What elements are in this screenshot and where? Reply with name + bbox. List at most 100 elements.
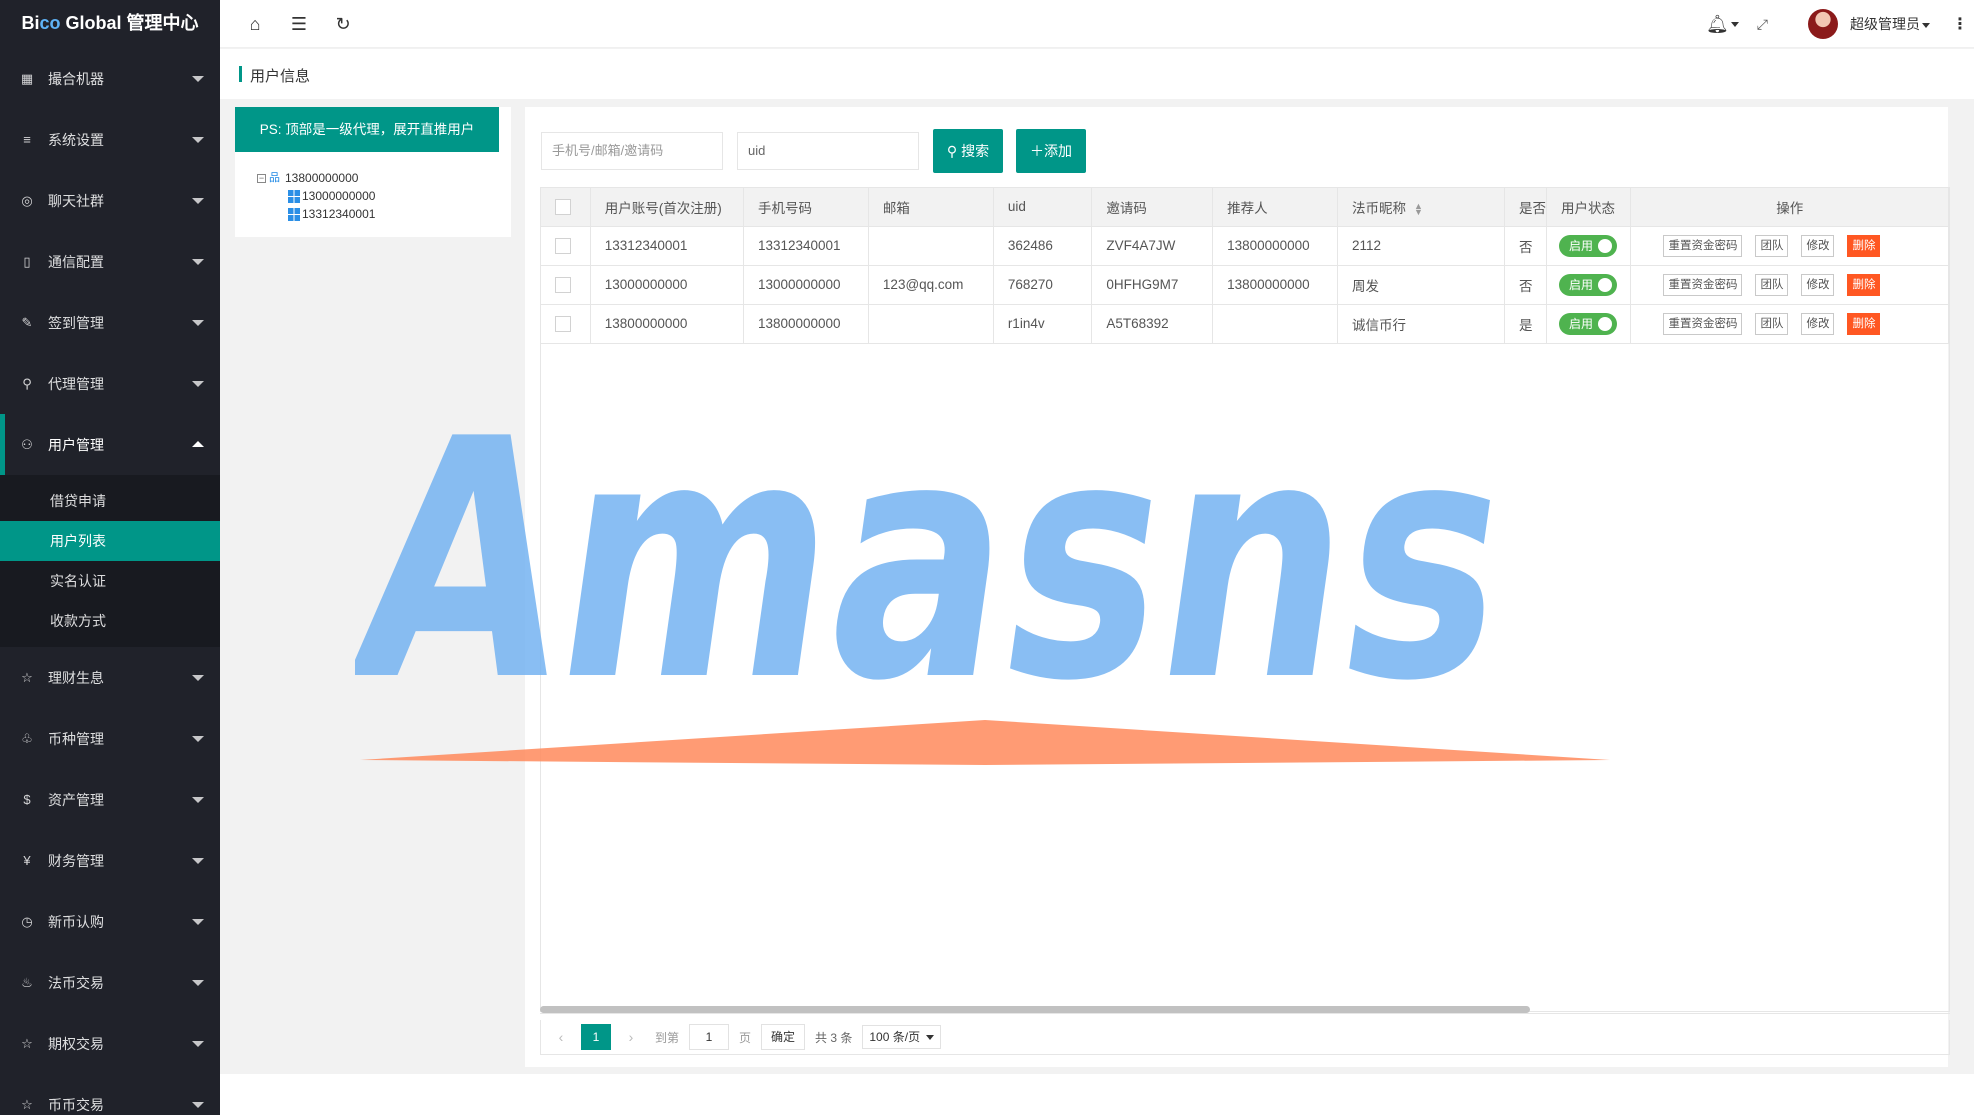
sidebar-item-wealth[interactable]: ☆ 理财生息	[0, 647, 220, 708]
chevron-down-icon	[192, 137, 204, 143]
row-checkbox[interactable]	[555, 276, 571, 293]
reset-fund-password-button[interactable]: 重置资金密码	[1663, 312, 1743, 335]
goto-confirm-button[interactable]: 确定	[761, 1024, 806, 1050]
sidebar-item-label: 代理管理	[48, 375, 104, 392]
edit-button[interactable]: 修改	[1801, 234, 1835, 257]
sidebar-item-system-settings[interactable]: ≡ 系统设置	[0, 109, 220, 170]
col-header-sortable[interactable]: 法币昵称 ▲ ▼	[1337, 188, 1505, 227]
cell-referrer: 13800000000	[1212, 226, 1339, 266]
agent-tree: − 品 13800000000 13000000000 13312340001	[257, 169, 375, 223]
ps-hint-button[interactable]: PS: 顶部是一级代理，展开直推用户	[235, 107, 499, 152]
team-button[interactable]: 团队	[1755, 273, 1789, 296]
sidebar-item-user-management[interactable]: ⚇ 用户管理	[0, 414, 220, 475]
app-logo[interactable]: Bico Global 管理中心	[0, 0, 220, 48]
collapse-icon[interactable]: −	[257, 173, 266, 183]
cell-phone: 13000000000	[743, 265, 869, 305]
sidebar-item-comm-config[interactable]: ▯ 通信配置	[0, 231, 220, 292]
cell-referrer: 13800000000	[1212, 265, 1339, 305]
cell-nickname: 周发	[1337, 265, 1505, 305]
notification-bell[interactable]: 🔔︎	[1706, 14, 1739, 35]
delete-button[interactable]: 删除	[1847, 312, 1881, 335]
prev-page-icon[interactable]: ‹	[551, 1029, 571, 1045]
tree-node-child[interactable]: 13312340001	[257, 205, 375, 223]
chevron-down-icon	[192, 381, 204, 387]
sidebar-item-new-coin[interactable]: ◷ 新币认购	[0, 891, 220, 952]
row-checkbox[interactable]	[555, 237, 571, 254]
current-page[interactable]: 1	[581, 1024, 611, 1050]
sidebar-item-currencies[interactable]: ♧ 币种管理	[0, 708, 220, 769]
more-vertical-icon[interactable]: ⋮	[1952, 14, 1968, 34]
menu-collapse-icon[interactable]: ☰	[288, 13, 310, 35]
cell-actions: 重置资金密码 团队 修改 删除	[1630, 265, 1949, 305]
sort-icon[interactable]: ▲ ▼	[1414, 202, 1423, 217]
toggle-knob	[1597, 238, 1612, 253]
cell-uid: r1in4v	[993, 304, 1093, 344]
status-toggle-label: 启用	[1568, 277, 1593, 292]
search-button[interactable]: ⚲ 搜索	[933, 129, 1003, 173]
goto-page-input[interactable]: 1	[689, 1024, 730, 1050]
status-toggle[interactable]: 启用	[1558, 273, 1617, 296]
team-button[interactable]: 团队	[1755, 234, 1789, 257]
chevron-down-icon	[192, 76, 204, 82]
chevron-down-icon	[192, 198, 204, 204]
cell-actions: 重置资金密码 团队 修改 删除	[1630, 226, 1949, 266]
avatar[interactable]	[1808, 9, 1838, 39]
uid-input[interactable]: uid	[737, 132, 919, 170]
reset-fund-password-button[interactable]: 重置资金密码	[1663, 273, 1743, 296]
chevron-down-icon	[192, 858, 204, 864]
tree-node-label: 13000000000	[302, 189, 376, 203]
cell-flag: 否	[1504, 226, 1547, 266]
sidebar-item-agents[interactable]: ⚲ 代理管理	[0, 353, 220, 414]
fullscreen-icon[interactable]: ⤢	[1757, 16, 1768, 33]
sidebar-item-assets[interactable]: $ 资产管理	[0, 769, 220, 830]
sidebar-item-options[interactable]: ☆ 期权交易	[0, 1013, 220, 1074]
horizontal-scrollbar-track	[540, 1013, 1950, 1014]
sidebar-subitem-payment-methods[interactable]: 收款方式	[0, 601, 220, 641]
cell-status: 启用	[1546, 226, 1632, 266]
add-button-label: 添加	[1044, 143, 1072, 159]
sidebar-item-spot-trading[interactable]: ☆ 币币交易	[0, 1074, 220, 1115]
horizontal-scrollbar[interactable]	[540, 1006, 1530, 1013]
sidebar-item-checkin[interactable]: ✎ 签到管理	[0, 292, 220, 353]
col-header: 手机号码	[743, 188, 869, 227]
row-checkbox[interactable]	[555, 315, 571, 332]
sidebar-subitem-user-list[interactable]: 用户列表	[0, 521, 220, 561]
search-icon: ⚲	[946, 143, 958, 159]
sidebar-item-finance[interactable]: ¥ 财务管理	[0, 830, 220, 891]
sidebar-item-fiat-trading[interactable]: ♨ 法币交易	[0, 952, 220, 1013]
sidebar-item-chat-groups[interactable]: ◎ 聊天社群	[0, 170, 220, 231]
col-header: uid	[993, 188, 1093, 227]
sidebar-item-label: 签到管理	[48, 314, 104, 331]
tree-node-child[interactable]: 13000000000	[257, 187, 375, 205]
status-toggle[interactable]: 启用	[1558, 234, 1617, 257]
keyword-search-input[interactable]: 手机号/邮箱/邀请码	[541, 132, 723, 170]
row-select-cell	[541, 226, 591, 266]
home-icon[interactable]: ⌂	[244, 13, 266, 35]
edit-button[interactable]: 修改	[1801, 312, 1835, 335]
user-menu[interactable]: 超级管理员	[1850, 14, 1930, 34]
team-button[interactable]: 团队	[1755, 312, 1789, 335]
delete-button[interactable]: 删除	[1847, 234, 1881, 257]
building-icon	[288, 207, 300, 221]
pagination: ‹ 1 › 到第 1 页 确定 共 3 条 100 条/页	[540, 1020, 1950, 1055]
select-all-checkbox[interactable]	[555, 198, 571, 215]
sidebar-subitem-kyc[interactable]: 实名认证	[0, 561, 220, 601]
clock-icon: ◷	[21, 913, 33, 929]
edit-button[interactable]: 修改	[1801, 273, 1835, 296]
cell-status: 启用	[1546, 265, 1632, 305]
add-button[interactable]: ＋添加	[1016, 129, 1086, 173]
select-all-cell	[541, 188, 591, 227]
refresh-icon[interactable]: ↻	[332, 13, 354, 35]
chevron-up-icon	[192, 441, 204, 447]
cell-invite-code: A5T68392	[1091, 304, 1214, 344]
page-size-select[interactable]: 100 条/页	[862, 1025, 942, 1049]
reset-fund-password-button[interactable]: 重置资金密码	[1663, 234, 1743, 257]
delete-button[interactable]: 删除	[1847, 273, 1881, 296]
sidebar-item-match-engine[interactable]: ▦ 撮合机器	[0, 48, 220, 109]
col-header: 用户状态	[1546, 188, 1632, 227]
sidebar-subitem-loan-applications[interactable]: 借贷申请	[0, 481, 220, 521]
tree-node-root[interactable]: − 品 13800000000	[257, 169, 375, 187]
status-toggle[interactable]: 启用	[1558, 312, 1617, 335]
next-page-icon[interactable]: ›	[621, 1029, 641, 1045]
sidebar-item-label: 币币交易	[48, 1096, 104, 1113]
